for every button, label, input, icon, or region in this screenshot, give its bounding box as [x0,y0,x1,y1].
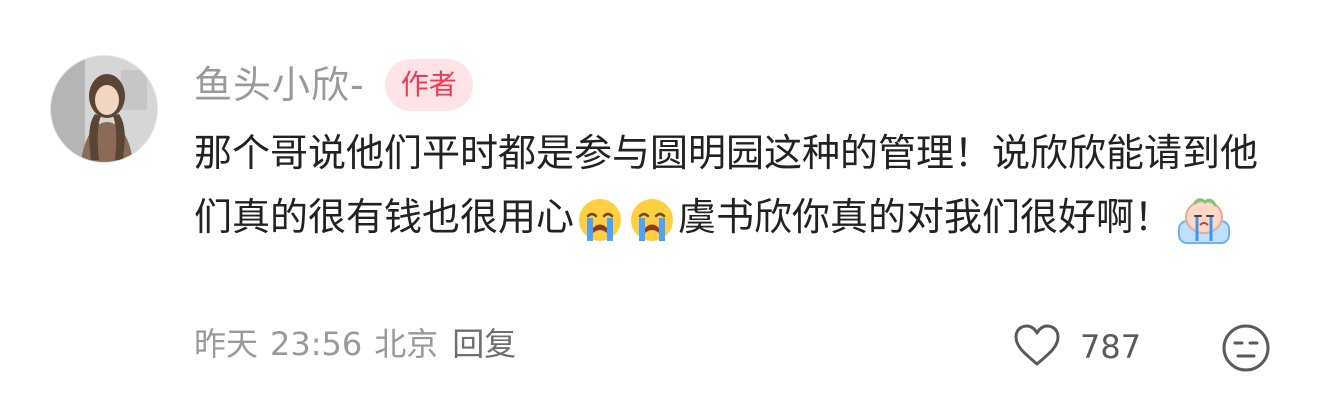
reply-button[interactable]: 回复 [452,328,516,360]
dislike-button[interactable] [1220,322,1272,374]
heart-icon [1012,322,1062,372]
like-button[interactable]: 787 [1012,322,1141,372]
like-count: 787 [1080,328,1142,366]
comment-date: 昨天 [194,325,259,363]
neutral-face-icon [1220,324,1272,378]
author-badge: 作者 [384,59,473,111]
comment-meta: 昨天 23:56 北京 回复 [194,328,516,360]
comment-location: 北京 [374,325,439,363]
comment-body: 鱼头小欣- 作者 那个哥说他们平时都是参与圆明园这种的管理！说欣欣能请到他们真的… [194,55,1294,249]
crying-emoji-icon [629,197,675,243]
comment-time: 23:56 [270,325,363,363]
username[interactable]: 鱼头小欣- [194,66,365,104]
avatar[interactable] [50,55,158,163]
comment-header: 鱼头小欣- 作者 [194,55,1294,115]
sad-baby-sticker-icon [1175,193,1233,247]
comment-text-part-2: 虞书欣你真的对我们很好啊！ [678,195,1173,239]
crying-emoji-icon [577,197,623,243]
comment-text[interactable]: 那个哥说他们平时都是参与圆明园这种的管理！说欣欣能请到他们真的很有钱也很用心 虞… [194,121,1284,249]
comment-item: 鱼头小欣- 作者 那个哥说他们平时都是参与圆明园这种的管理！说欣欣能请到他们真的… [0,0,1320,405]
